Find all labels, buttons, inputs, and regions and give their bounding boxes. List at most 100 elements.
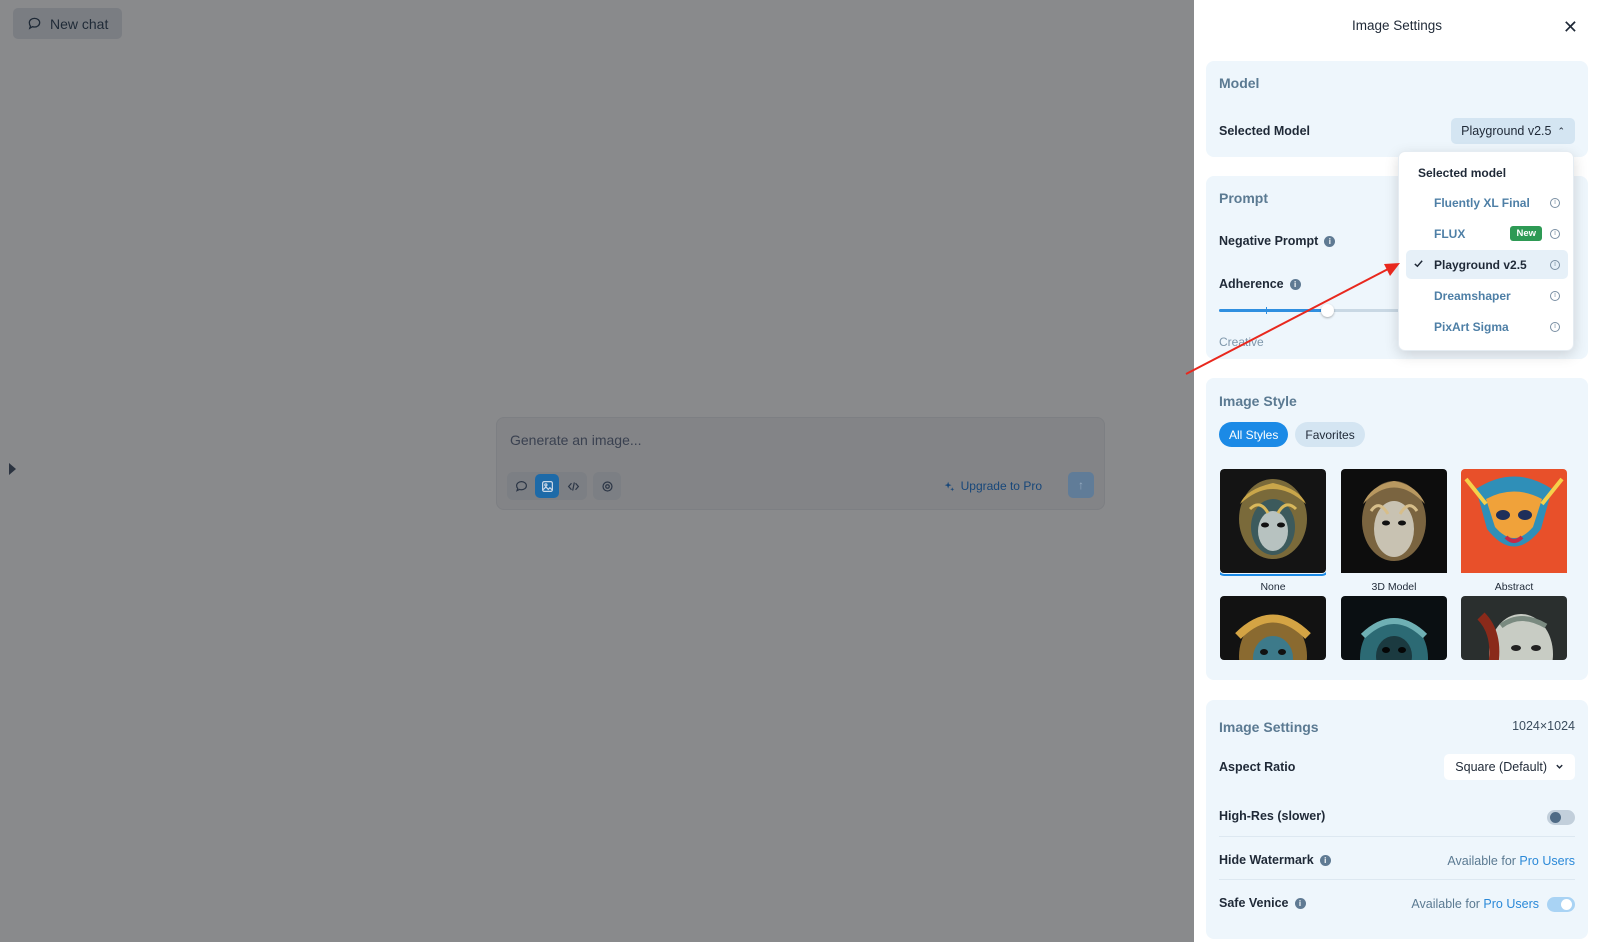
model-option-fluently-xl[interactable]: Fluently XL Final i [1406, 188, 1568, 217]
send-button[interactable]: ↑ [1068, 472, 1094, 498]
prompt-input[interactable] [510, 432, 1070, 448]
adherence-slider[interactable] [1219, 304, 1399, 317]
composer: Upgrade to Pro ↑ [496, 417, 1105, 510]
mask-image [1341, 469, 1447, 573]
mask-image [1220, 596, 1326, 660]
aspect-ratio-label: Aspect Ratio [1219, 760, 1295, 774]
high-res-toggle[interactable] [1547, 810, 1575, 825]
new-badge: New [1510, 226, 1542, 241]
model-option-label: Playground v2.5 [1434, 257, 1527, 272]
new-chat-button[interactable]: New chat [13, 8, 123, 39]
new-chat-icon [28, 17, 41, 30]
mask-image [1461, 469, 1567, 573]
available-text: Available for [1447, 854, 1516, 868]
style-thumb-none[interactable]: None [1220, 469, 1326, 593]
model-option-flux[interactable]: FLUX New i [1406, 219, 1568, 248]
negative-prompt-label: Negative Prompt i [1219, 234, 1336, 248]
arrow-up-icon: ↑ [1078, 478, 1084, 492]
mask-image [1220, 469, 1326, 576]
info-icon[interactable]: i [1319, 854, 1331, 866]
selected-model-label: Selected Model [1219, 124, 1310, 138]
style-thumb-5[interactable] [1341, 596, 1447, 660]
pro-users-link[interactable]: Pro Users [1519, 854, 1575, 868]
divider [1219, 836, 1575, 837]
info-icon[interactable]: i [1550, 228, 1560, 239]
code-mode-icon[interactable] [561, 474, 585, 498]
style-thumb-abstract[interactable]: Abstract [1461, 469, 1567, 593]
image-style-card: Image Style All Styles Favorites None 3D… [1206, 378, 1588, 680]
upgrade-label: Upgrade to Pro [960, 479, 1042, 493]
available-text: Available for [1411, 897, 1480, 911]
adherence-slider-tick [1266, 307, 1267, 314]
resolution-text: 1024×1024 [1512, 719, 1575, 733]
style-thumb-6[interactable] [1461, 596, 1567, 660]
settings-gear-icon[interactable] [593, 472, 621, 500]
aspect-ratio-value: Square (Default) [1455, 760, 1547, 774]
sparkle-icon [944, 481, 954, 491]
model-card-title: Model [1219, 75, 1260, 91]
hide-watermark-label: Hide Watermark i [1219, 853, 1331, 867]
style-thumb-3d-model[interactable]: 3D Model [1341, 469, 1447, 593]
chevron-up-icon: ⌃ [1557, 125, 1565, 136]
upgrade-to-pro-link[interactable]: Upgrade to Pro [944, 479, 1042, 493]
info-icon[interactable]: i [1550, 290, 1560, 301]
model-option-label: FLUX [1434, 226, 1466, 241]
aspect-ratio-select[interactable]: Square (Default) [1444, 754, 1575, 780]
high-res-text: High-Res (slower) [1219, 809, 1326, 823]
mode-switcher [507, 472, 587, 500]
mask-image [1461, 596, 1567, 660]
info-icon[interactable]: i [1324, 235, 1336, 247]
info-icon[interactable]: i [1550, 197, 1560, 208]
chat-mode-icon[interactable] [509, 474, 533, 498]
image-mode-icon[interactable] [535, 474, 559, 498]
aspect-ratio-text: Aspect Ratio [1219, 760, 1296, 774]
model-option-label: PixArt Sigma [1434, 319, 1509, 334]
style-label: 3D Model [1371, 581, 1417, 593]
safe-venice-toggle[interactable] [1547, 897, 1575, 912]
style-thumb-4[interactable] [1220, 596, 1326, 660]
info-icon[interactable]: i [1550, 259, 1560, 270]
hide-watermark-text: Hide Watermark [1219, 853, 1314, 867]
negative-prompt-text: Negative Prompt [1219, 234, 1319, 248]
safe-venice-text: Safe Venice [1219, 896, 1289, 910]
safe-venice-pro-note: Available for Pro Users [1411, 897, 1539, 911]
new-chat-label: New chat [50, 15, 109, 32]
tab-all-styles[interactable]: All Styles [1219, 422, 1289, 447]
main-chat-area: New chat Upgrade to Pro ↑ [0, 0, 1194, 942]
model-option-label: Dreamshaper [1434, 288, 1511, 303]
info-icon[interactable]: i [1289, 278, 1301, 290]
adherence-text: Adherence [1219, 277, 1284, 291]
check-icon [1413, 258, 1424, 272]
toggle-knob [1550, 812, 1561, 823]
toggle-knob [1561, 899, 1572, 910]
sidebar-expand-icon[interactable] [9, 463, 16, 475]
adherence-slider-thumb[interactable] [1321, 304, 1334, 317]
style-label: Abstract [1494, 581, 1534, 593]
model-option-dreamshaper[interactable]: Dreamshaper i [1406, 281, 1568, 310]
image-settings-title: Image Settings [1219, 719, 1319, 735]
tab-favorites[interactable]: Favorites [1295, 422, 1365, 447]
image-settings-card: Image Settings 1024×1024 Aspect Ratio Sq… [1206, 700, 1588, 939]
image-settings-panel: Image Settings ✕ Model Selected Model Pl… [1194, 0, 1600, 942]
chevron-down-icon [1555, 760, 1564, 774]
style-tabs: All Styles Favorites [1219, 422, 1365, 447]
selected-model-text: Selected Model [1219, 124, 1310, 138]
high-res-label: High-Res (slower) [1219, 809, 1325, 823]
divider [1219, 879, 1575, 880]
watermark-pro-note: Available for Pro Users [1447, 854, 1575, 868]
model-dropdown: Selected model Fluently XL Final i FLUX … [1398, 151, 1574, 351]
model-option-label: Fluently XL Final [1434, 195, 1530, 210]
info-icon[interactable]: i [1550, 321, 1560, 332]
info-icon[interactable]: i [1294, 897, 1306, 909]
model-select-value: Playground v2.5 [1461, 124, 1552, 138]
dropdown-header: Selected model [1418, 166, 1507, 180]
prompt-card-title: Prompt [1219, 190, 1268, 206]
model-select[interactable]: Playground v2.5 ⌃ [1451, 118, 1575, 144]
pro-users-link[interactable]: Pro Users [1483, 897, 1539, 911]
model-option-playground[interactable]: Playground v2.5 i [1406, 250, 1568, 279]
safe-venice-label: Safe Venice i [1219, 896, 1306, 910]
mask-image [1341, 596, 1447, 660]
close-icon[interactable]: ✕ [1563, 18, 1578, 36]
image-style-title: Image Style [1219, 393, 1297, 409]
model-option-pixart-sigma[interactable]: PixArt Sigma i [1406, 312, 1568, 341]
